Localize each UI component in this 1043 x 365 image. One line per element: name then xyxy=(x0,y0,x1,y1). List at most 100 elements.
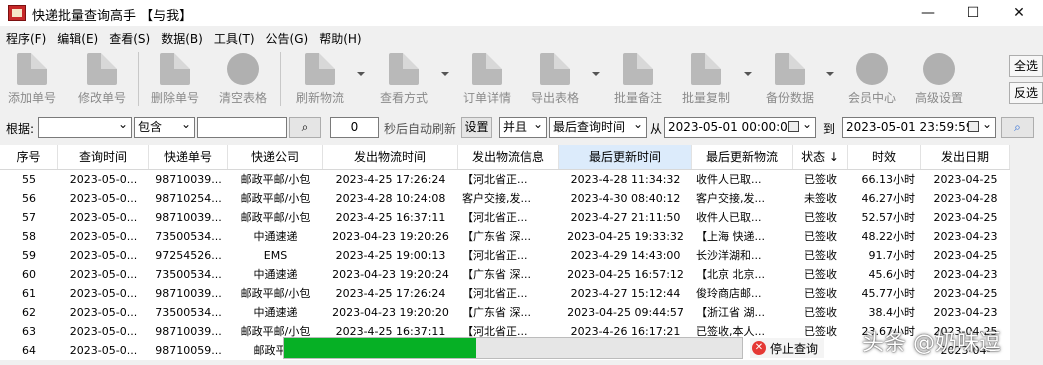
export-table-button[interactable]: 导出表格 xyxy=(527,50,583,108)
table-body: 55 2023-05-0... 98710039... 邮政平邮/小包 2023-4-2… xyxy=(0,170,1010,360)
chevron-down-icon[interactable] xyxy=(357,72,365,76)
table-cell: 73500534... xyxy=(155,306,222,319)
from-label: 从 xyxy=(650,122,663,136)
table-cell: 2023-4-25 17:26:24 xyxy=(335,173,446,186)
chevron-down-icon[interactable] xyxy=(744,72,752,76)
select-all-button[interactable]: 全选 xyxy=(1009,55,1043,77)
table-cell: 2023-04-23 xyxy=(933,230,998,243)
column-header[interactable]: 序号 xyxy=(0,145,58,169)
advanced-settings-button[interactable]: 高级设置 xyxy=(911,50,967,108)
view-mode-button[interactable]: 查看方式 xyxy=(376,50,432,108)
column-header[interactable]: 发出物流时间 xyxy=(323,145,458,169)
filter-field-select[interactable] xyxy=(38,115,132,138)
table-cell: 邮政平邮/小包 xyxy=(240,192,311,205)
match-mode-select[interactable]: 包含 xyxy=(134,115,195,138)
backup-icon xyxy=(775,53,805,85)
keyword-input[interactable] xyxy=(197,117,287,138)
table-cell: 中通速递 xyxy=(253,268,298,281)
table-cell: 97254526... xyxy=(155,249,222,262)
table-cell: 2023-04-25 xyxy=(933,249,998,262)
chevron-down-icon[interactable] xyxy=(826,72,834,76)
table-cell: 48.22小时 xyxy=(861,230,916,243)
column-header[interactable]: 时效 xyxy=(848,145,921,169)
table-row[interactable]: 62 2023-05-0... 73500534... 中通速递 2023-04-23 … xyxy=(0,303,1010,322)
time-field-select[interactable]: 最后查询时间 xyxy=(549,115,647,138)
minimize-button[interactable]: — xyxy=(905,0,951,26)
stop-query-button[interactable]: ✕ 停止查询 xyxy=(750,338,825,358)
column-header[interactable]: 最后更新时间 xyxy=(559,145,692,169)
batch-copy-button[interactable]: 批量复制 xyxy=(679,50,733,108)
clear-table-button[interactable]: 清空表格 xyxy=(216,50,270,108)
app-icon xyxy=(8,5,26,21)
table-row[interactable]: 60 2023-05-0... 73500534... 中通速递 2023-04-23 … xyxy=(0,265,1010,284)
menu-view[interactable]: 查看(S) xyxy=(103,28,155,48)
delete-number-button[interactable]: 删除单号 xyxy=(148,50,202,108)
order-detail-button[interactable]: 订单详情 xyxy=(460,50,514,108)
table-cell: 46.27小时 xyxy=(861,192,916,205)
table-cell: 已签收 xyxy=(804,268,837,281)
column-header[interactable]: 状态 ↓ xyxy=(793,145,848,169)
invert-selection-button[interactable]: 反选 xyxy=(1009,82,1043,104)
search-button[interactable]: ⌕ xyxy=(289,117,321,138)
table-cell: 收件人已取... xyxy=(696,211,762,224)
table-cell: 2023-04-25 xyxy=(933,287,998,300)
edit-number-button[interactable]: 修改单号 xyxy=(75,50,129,108)
refresh-seconds-input[interactable]: 0 xyxy=(330,117,379,138)
batch-note-button[interactable]: 批量备注 xyxy=(611,50,665,108)
table-cell: 61 xyxy=(22,287,36,300)
table-row[interactable]: 57 2023-05-0... 98710039... 邮政平邮/小包 2023-4-2… xyxy=(0,208,1010,227)
date-search-button[interactable]: ⌕ xyxy=(1001,117,1034,138)
table-cell: 73500534... xyxy=(155,268,222,281)
to-datetime-picker[interactable]: 2023-05-01 23:59:59 xyxy=(842,115,996,138)
menu-edit[interactable]: 编辑(E) xyxy=(51,28,103,48)
shipment-table: 序号 查询时间 快递单号 快递公司 发出物流时间 发出物流信息 最后更新时间 最… xyxy=(0,145,1010,360)
chevron-down-icon[interactable] xyxy=(441,72,449,76)
logic-select[interactable]: 并且 xyxy=(499,115,547,138)
settings-button[interactable]: 设置 xyxy=(461,117,492,138)
backup-data-button[interactable]: 备份数据 xyxy=(763,50,817,108)
note-icon xyxy=(623,53,653,85)
column-header[interactable]: 查询时间 xyxy=(58,145,149,169)
add-number-button[interactable]: 添加单号 xyxy=(5,50,59,108)
table-cell: 长沙洋湖和... xyxy=(696,249,762,262)
column-header[interactable]: 发出物流信息 xyxy=(458,145,559,169)
member-center-button[interactable]: 会员中心 xyxy=(845,50,899,108)
column-header[interactable]: 快递单号 xyxy=(149,145,228,169)
table-cell: 2023-4-29 14:43:00 xyxy=(570,249,681,262)
table-cell: 2023-05-0... xyxy=(69,173,138,186)
column-header[interactable]: 发出日期 xyxy=(921,145,1010,169)
menu-tools[interactable]: 工具(T) xyxy=(208,28,260,48)
refresh-logistics-button[interactable]: 刷新物流 xyxy=(292,50,348,108)
table-row[interactable]: 58 2023-05-0... 73500534... 中通速递 2023-04-23 … xyxy=(0,227,1010,246)
column-header[interactable]: 快递公司 xyxy=(228,145,323,169)
table-cell: 2023-04-23 19:20:24 xyxy=(332,268,449,281)
table-cell: 2023-05-0... xyxy=(69,325,138,338)
table-cell: 2023-4-27 21:11:50 xyxy=(570,211,681,224)
export-icon xyxy=(540,53,570,85)
menu-program[interactable]: 程序(F) xyxy=(0,28,51,48)
menu-notice[interactable]: 公告(G) xyxy=(260,28,314,48)
table-cell: 2023-04-25 16:57:12 xyxy=(567,268,684,281)
table-cell: 58 xyxy=(22,230,36,243)
menu-help[interactable]: 帮助(H) xyxy=(313,28,366,48)
table-cell: 已签收 xyxy=(804,230,837,243)
toolbar-divider xyxy=(280,52,281,106)
maximize-button[interactable]: ☐ xyxy=(950,0,996,26)
from-datetime-picker[interactable]: 2023-05-01 00:00:00 xyxy=(664,115,816,138)
table-row[interactable]: 61 2023-05-0... 98710039... 邮政平邮/小包 2023-4-2… xyxy=(0,284,1010,303)
table-cell: 客户交接,发... xyxy=(696,192,765,205)
table-cell: 64 xyxy=(22,344,36,357)
column-header[interactable]: 最后更新物流 xyxy=(692,145,793,169)
table-cell: 45.77小时 xyxy=(861,287,916,300)
search-icon: ⌕ xyxy=(301,120,309,134)
menu-data[interactable]: 数据(B) xyxy=(155,28,208,48)
table-cell: 2023-05-0... xyxy=(69,211,138,224)
table-cell: 98710059... xyxy=(155,344,222,357)
table-row[interactable]: 55 2023-05-0... 98710039... 邮政平邮/小包 2023-4-2… xyxy=(0,170,1010,189)
calendar-icon xyxy=(968,121,979,132)
table-row[interactable]: 56 2023-05-0... 98710254... 邮政平邮/小包 2023-4-2… xyxy=(0,189,1010,208)
chevron-down-icon[interactable] xyxy=(592,72,600,76)
table-row[interactable]: 59 2023-05-0... 97254526... EMS 2023-4-25 19… xyxy=(0,246,1010,265)
filter-label: 根据: xyxy=(6,122,35,136)
close-button[interactable]: ✕ xyxy=(996,0,1042,26)
